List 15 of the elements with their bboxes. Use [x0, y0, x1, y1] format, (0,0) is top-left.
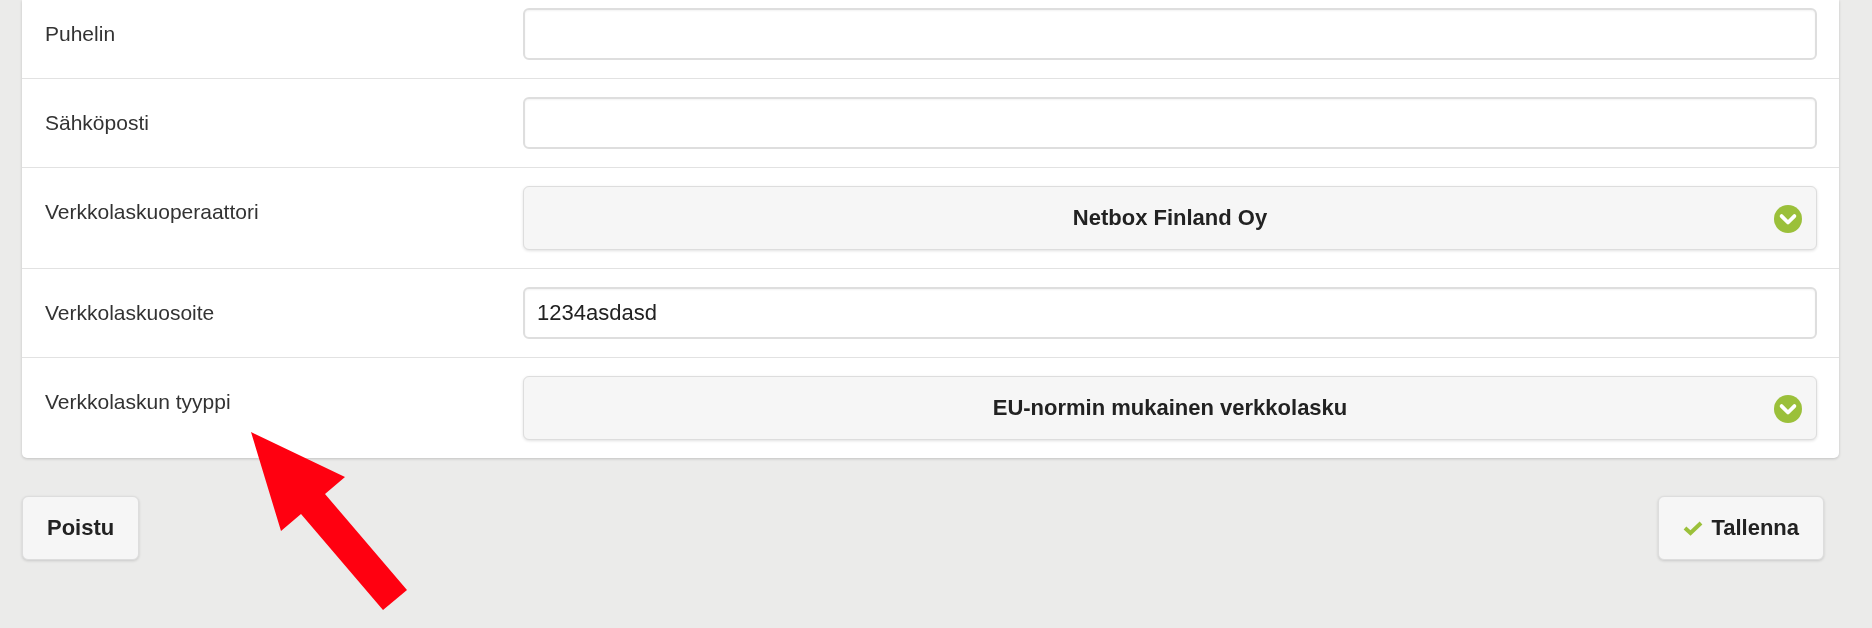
checkmark-icon — [1683, 520, 1704, 536]
field-label: Verkkolaskuosoite — [45, 300, 216, 325]
chevron-down-icon — [1774, 205, 1802, 233]
field-label: Puhelin — [45, 21, 117, 46]
input-field[interactable] — [523, 8, 1817, 60]
input-field[interactable]: 1234asdasd — [523, 287, 1817, 339]
exit-button[interactable]: Poistu — [22, 496, 140, 560]
save-button[interactable]: Tallenna — [1658, 496, 1824, 560]
input-field[interactable] — [523, 97, 1817, 149]
field-label: Verkkolaskun tyyppi — [45, 389, 232, 414]
select-field[interactable]: EU-normin mukainen verkkolasku — [523, 376, 1817, 440]
field-label: Sähköposti — [45, 110, 150, 135]
chevron-down-icon — [1774, 395, 1802, 423]
select-field[interactable]: Netbox Finland Oy — [523, 186, 1817, 250]
field-label: Verkkolaskuoperaattori — [45, 199, 260, 224]
